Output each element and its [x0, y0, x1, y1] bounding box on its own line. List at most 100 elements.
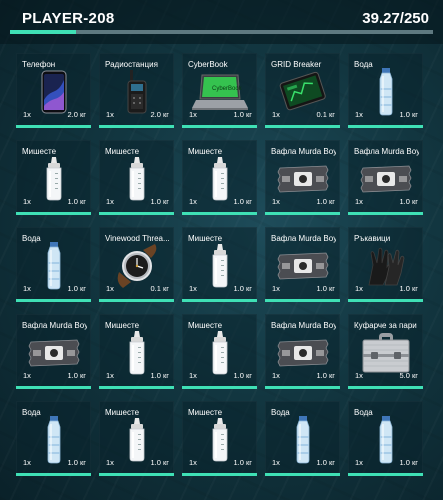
- weight-readout: 39.27/250: [362, 10, 429, 27]
- inventory-slot[interactable]: Вафла Murda Boyz 1x 1.0 кг: [265, 227, 340, 302]
- item-quantity: 1x: [23, 197, 31, 206]
- item-quantity: 1x: [189, 197, 197, 206]
- item-quantity: 1x: [355, 284, 363, 293]
- item-weight: 1.0 кг: [67, 458, 86, 467]
- inventory-slot[interactable]: Мишесте 1x 1.0 кг: [99, 401, 174, 476]
- item-name: Мишесте: [188, 147, 223, 156]
- inventory-slot[interactable]: Мишесте 1x 1.0 кг: [99, 140, 174, 215]
- briefcase-icon: [348, 330, 423, 376]
- inventory-slot[interactable]: Vinewood Threa... 1x 0.1 кг: [99, 227, 174, 302]
- item-name: Мишесте: [22, 147, 57, 156]
- inventory-slot[interactable]: CyberBook CyberBook 1x 1.0 кг: [182, 53, 257, 128]
- inventory-slot[interactable]: Вода 1x 1.0 кг: [16, 401, 91, 476]
- slot-durability-bar: [16, 212, 91, 215]
- slot-durability-bar: [265, 386, 340, 389]
- water-bottle-icon: [16, 416, 91, 464]
- inventory-slot[interactable]: Мишесте 1x 1.0 кг: [182, 401, 257, 476]
- baby-bottle-icon: [182, 243, 257, 289]
- slot-durability-bar: [16, 386, 91, 389]
- wafer-icon: [265, 243, 340, 289]
- item-name: Вафла Murda Boyz: [271, 234, 336, 243]
- item-weight: 1.0 кг: [233, 371, 252, 380]
- inventory-header: PLAYER-208 39.27/250: [0, 0, 443, 44]
- inventory-slot[interactable]: Куфарче за пари 1x 5.0 кг: [348, 314, 423, 389]
- item-quantity: 1x: [189, 371, 197, 380]
- item-name: Вафла Murda Boyz: [271, 147, 336, 156]
- water-bottle-icon: [348, 68, 423, 116]
- weight-progress-fill: [10, 30, 77, 34]
- item-weight: 1.0 кг: [150, 197, 169, 206]
- water-bottle-icon: [16, 242, 91, 290]
- inventory-slot[interactable]: Радиостанция 1x 2.0 кг: [99, 53, 174, 128]
- inventory-slot[interactable]: Вода 1x 1.0 кг: [265, 401, 340, 476]
- slot-durability-bar: [99, 212, 174, 215]
- inventory-slot[interactable]: Мишесте 1x 1.0 кг: [182, 140, 257, 215]
- inventory-slot[interactable]: Мишесте 1x 1.0 кг: [99, 314, 174, 389]
- slot-durability-bar: [182, 473, 257, 476]
- inventory-grid: Телефон 1x 2.0 кг Радиостанция 1x 2.0 кг Cyb…: [16, 53, 423, 476]
- slot-durability-bar: [348, 212, 423, 215]
- item-name: Вафла Murda Boyz: [354, 147, 419, 156]
- item-weight: 1.0 кг: [399, 284, 418, 293]
- item-quantity: 1x: [355, 371, 363, 380]
- item-weight: 1.0 кг: [233, 284, 252, 293]
- wafer-icon: [348, 156, 423, 202]
- gloves-icon: [348, 243, 423, 289]
- inventory-slot[interactable]: Ръкавици 1x 1.0 кг: [348, 227, 423, 302]
- item-weight: 2.0 кг: [150, 110, 169, 119]
- item-name: Вафла Murda Boyz: [271, 321, 336, 330]
- wafer-icon: [265, 330, 340, 376]
- item-name: Мишесте: [105, 321, 140, 330]
- item-quantity: 1x: [355, 458, 363, 467]
- baby-bottle-icon: [182, 330, 257, 376]
- slot-durability-bar: [265, 473, 340, 476]
- phone-icon: [16, 69, 91, 115]
- slot-durability-bar: [182, 212, 257, 215]
- item-name: Телефон: [22, 60, 56, 69]
- svg-text:CyberBook: CyberBook: [212, 86, 243, 92]
- inventory-slot[interactable]: Вода 1x 1.0 кг: [348, 53, 423, 128]
- inventory-slot[interactable]: Вафла Murda Boyz 1x 1.0 кг: [16, 314, 91, 389]
- item-quantity: 1x: [106, 458, 114, 467]
- inventory-slot[interactable]: Мишесте 1x 1.0 кг: [16, 140, 91, 215]
- slot-durability-bar: [182, 386, 257, 389]
- water-bottle-icon: [348, 416, 423, 464]
- slot-durability-bar: [348, 386, 423, 389]
- slot-durability-bar: [265, 212, 340, 215]
- slot-durability-bar: [99, 299, 174, 302]
- item-weight: 1.0 кг: [316, 458, 335, 467]
- item-quantity: 1x: [106, 197, 114, 206]
- item-weight: 1.0 кг: [67, 371, 86, 380]
- item-quantity: 1x: [106, 371, 114, 380]
- inventory-slot[interactable]: Вафла Murda Boyz 1x 1.0 кг: [348, 140, 423, 215]
- item-quantity: 1x: [106, 110, 114, 119]
- item-weight: 1.0 кг: [399, 110, 418, 119]
- item-name: Мишесте: [105, 147, 140, 156]
- item-weight: 1.0 кг: [399, 458, 418, 467]
- item-name: Мишесте: [188, 321, 223, 330]
- item-quantity: 1x: [355, 197, 363, 206]
- item-weight: 1.0 кг: [316, 284, 335, 293]
- baby-bottle-icon: [182, 417, 257, 463]
- item-weight: 1.0 кг: [150, 371, 169, 380]
- slot-durability-bar: [265, 299, 340, 302]
- slot-durability-bar: [182, 125, 257, 128]
- item-weight: 2.0 кг: [67, 110, 86, 119]
- item-weight: 1.0 кг: [399, 197, 418, 206]
- item-quantity: 1x: [106, 284, 114, 293]
- inventory-slot[interactable]: Мишесте 1x 1.0 кг: [182, 314, 257, 389]
- weight-progress-bar: [10, 30, 433, 34]
- inventory-slot[interactable]: Вода 1x 1.0 кг: [16, 227, 91, 302]
- inventory-slot[interactable]: Вафла Murda Boyz 1x 1.0 кг: [265, 140, 340, 215]
- item-quantity: 1x: [23, 284, 31, 293]
- inventory-slot[interactable]: GRID Breaker 1x 0.1 кг: [265, 53, 340, 128]
- item-weight: 1.0 кг: [233, 110, 252, 119]
- baby-bottle-icon: [16, 156, 91, 202]
- inventory-slot[interactable]: Вода 1x 1.0 кг: [348, 401, 423, 476]
- inventory-slot[interactable]: Вафла Murda Boyz 1x 1.0 кг: [265, 314, 340, 389]
- item-quantity: 1x: [272, 371, 280, 380]
- inventory-slot[interactable]: Мишесте 1x 1.0 кг: [182, 227, 257, 302]
- inventory-slot[interactable]: Телефон 1x 2.0 кг: [16, 53, 91, 128]
- slot-durability-bar: [16, 473, 91, 476]
- baby-bottle-icon: [99, 330, 174, 376]
